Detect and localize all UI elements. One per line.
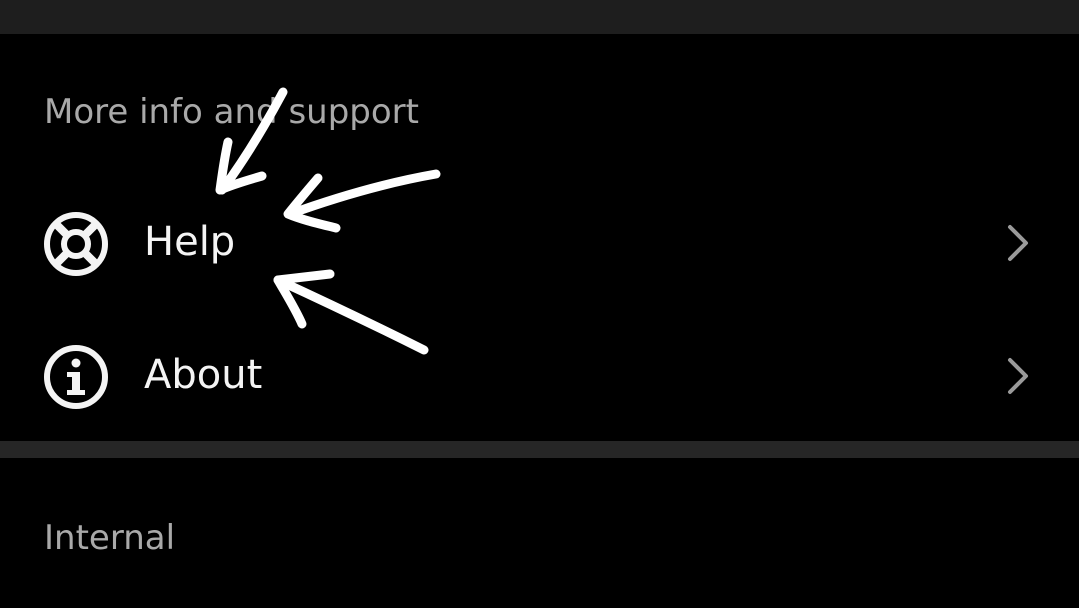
about-row[interactable]: About — [0, 316, 1079, 436]
section-header-internal: Internal — [44, 518, 176, 558]
lifebuoy-icon — [44, 212, 108, 276]
help-row[interactable]: Help — [0, 183, 1079, 303]
info-icon — [44, 345, 108, 409]
section-divider — [0, 441, 1079, 458]
help-label: Help — [144, 219, 236, 265]
about-label: About — [144, 352, 263, 398]
chevron-right-icon — [1008, 358, 1028, 394]
chevron-right-icon — [1008, 225, 1028, 261]
section-header-more-info: More info and support — [44, 92, 419, 132]
top-divider — [0, 0, 1079, 34]
